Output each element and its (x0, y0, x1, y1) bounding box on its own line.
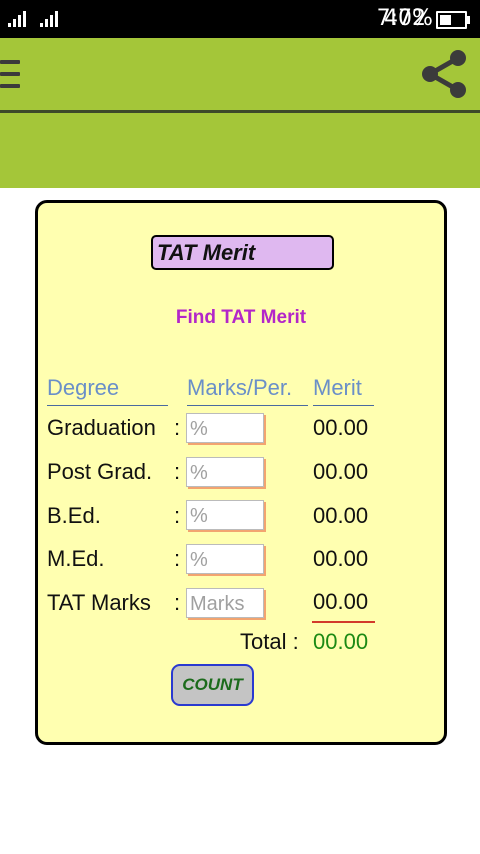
signal-icon-sim2 (40, 11, 58, 27)
row-colon: : (174, 459, 181, 484)
total-divider (312, 621, 375, 623)
subtitle-label: Find TAT Merit (175, 307, 307, 328)
row-label-tat-marks: TAT Marks (47, 590, 151, 615)
share-icon[interactable] (416, 46, 472, 102)
row-label-post-grad: Post Grad. (47, 459, 153, 484)
tat-marks-input[interactable]: Marks (186, 588, 264, 618)
header-degree: Degree (47, 375, 168, 406)
signal-icon (8, 11, 26, 27)
title-field[interactable]: TAT Merit (151, 235, 334, 270)
merit-graduation: 00.00 (313, 415, 369, 440)
row-label-bed: B.Ed. (47, 503, 101, 528)
row-colon: : (174, 590, 181, 615)
post-grad-input[interactable]: % (186, 457, 264, 487)
battery-icon (436, 11, 470, 29)
merit-card: TAT Merit Find TAT Merit Degree Marks/Pe… (35, 200, 447, 745)
graduation-input[interactable]: % (186, 413, 264, 443)
hamburger-menu-icon[interactable] (0, 60, 20, 90)
header-merit: Merit (313, 375, 374, 406)
row-colon: : (174, 546, 181, 571)
merit-med: 00.00 (313, 546, 369, 571)
row-label-med: M.Ed. (47, 546, 105, 571)
merit-tat-marks: 00.00 (313, 589, 369, 614)
total-label: Total : (240, 629, 299, 654)
bed-input[interactable]: % (186, 500, 264, 530)
header-band (0, 113, 480, 188)
row-colon: : (174, 415, 181, 440)
app-bar (0, 38, 480, 113)
row-label-graduation: Graduation (47, 415, 156, 440)
merit-bed: 00.00 (313, 503, 369, 528)
total-value: 00.00 (313, 629, 369, 654)
row-colon: : (174, 503, 181, 528)
med-input[interactable]: % (186, 544, 264, 574)
merit-post-grad: 00.00 (313, 459, 369, 484)
battery-percent: 47% (384, 6, 433, 31)
header-marks: Marks/Per. (187, 375, 308, 406)
count-button[interactable]: COUNT (171, 664, 254, 706)
